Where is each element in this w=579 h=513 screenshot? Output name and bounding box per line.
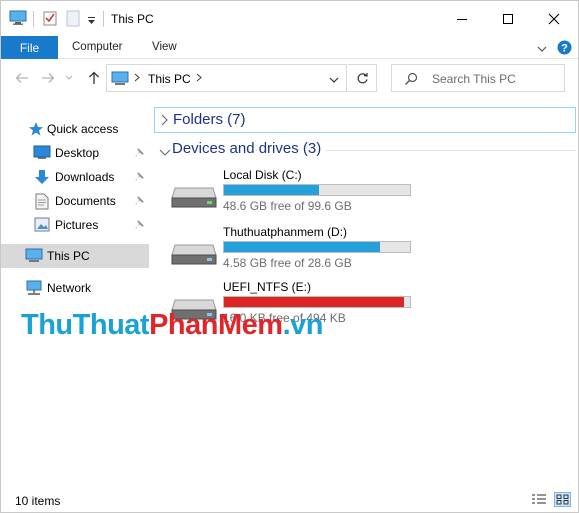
- refresh-button[interactable]: [348, 64, 377, 92]
- back-button[interactable]: [13, 69, 31, 87]
- up-arrow-icon: [89, 71, 99, 84]
- watermark-logo: ThuThuatPhanMem.vn: [21, 309, 323, 342]
- tab-computer[interactable]: Computer: [72, 41, 123, 53]
- star-icon: [28, 121, 44, 140]
- download-arrow-icon: [34, 169, 50, 189]
- sidebar-item-downloads[interactable]: Downloads: [1, 165, 149, 189]
- group-divider: [326, 150, 576, 151]
- sidebar-item-label: Pictures: [55, 218, 99, 232]
- chevron-down-icon: [65, 75, 73, 80]
- sidebar-item-quick-access[interactable]: Quick access: [1, 117, 149, 141]
- drive-free-space: 48.6 GB free of 99.6 GB: [223, 199, 352, 213]
- back-arrow-icon: [15, 73, 28, 83]
- sidebar-item-label: Desktop: [55, 146, 100, 160]
- window-title: This PC: [111, 12, 154, 26]
- sidebar-item-label: Documents: [55, 194, 116, 208]
- drive-usage-fill: [224, 297, 405, 307]
- desktop-icon: [33, 145, 51, 163]
- drive-name: UEFI_NTFS (E:): [223, 280, 312, 294]
- drive-usage-bar: [223, 184, 411, 196]
- pin-icon[interactable]: [134, 171, 145, 185]
- computer-icon[interactable]: [9, 10, 27, 29]
- large-icons-view-icon[interactable]: [554, 492, 571, 507]
- details-view-icon[interactable]: [531, 493, 547, 507]
- sidebar-item-label: Network: [47, 281, 92, 295]
- chevron-right-icon: [160, 114, 168, 129]
- title-separator: [103, 11, 104, 27]
- maximize-button[interactable]: [485, 1, 531, 36]
- minimize-button[interactable]: [439, 1, 485, 36]
- drive-name: Thuthuatphanmem (D:): [223, 225, 348, 239]
- maximize-icon: [503, 13, 513, 24]
- sidebar-item-desktop[interactable]: Desktop: [1, 141, 149, 165]
- hard-drive-icon: [171, 239, 217, 268]
- chevron-down-icon: [159, 146, 171, 160]
- drive-usage-bar: [223, 241, 411, 253]
- breadcrumb-chevron-icon[interactable]: [196, 73, 202, 85]
- watermark-part-1: ThuThuat: [21, 309, 150, 341]
- pin-icon[interactable]: [134, 195, 145, 209]
- expand-ribbon-chevron-icon[interactable]: [537, 42, 547, 56]
- search-placeholder: Search This PC: [432, 72, 516, 86]
- sidebar-item-pictures[interactable]: Pictures: [1, 213, 149, 237]
- breadcrumb-this-pc[interactable]: This PC: [148, 72, 191, 86]
- ribbon-tabs: File Computer View ?: [1, 36, 578, 59]
- computer-icon: [25, 248, 43, 266]
- drive-item[interactable]: Local Disk (C:) 48.6 GB free of 99.6 GB: [169, 168, 429, 220]
- forward-button[interactable]: [39, 69, 57, 87]
- group-title: Devices and drives (3): [172, 140, 322, 157]
- pictures-icon: [34, 217, 50, 235]
- search-icon: [404, 72, 418, 89]
- new-folder-icon[interactable]: [66, 10, 80, 30]
- sidebar-item-label: Downloads: [55, 170, 115, 184]
- sidebar-item-documents[interactable]: Documents: [1, 189, 149, 213]
- customize-qat-icon[interactable]: [87, 14, 96, 28]
- close-button[interactable]: [531, 1, 577, 36]
- svg-text:?: ?: [561, 43, 568, 55]
- address-bar[interactable]: This PC: [106, 64, 347, 92]
- computer-icon: [111, 71, 129, 89]
- navigation-pane: Quick access Desktop Downloads Documents…: [1, 101, 149, 486]
- tab-file[interactable]: File: [1, 36, 58, 59]
- drive-usage-bar: [223, 296, 411, 308]
- network-icon: [25, 280, 43, 299]
- content-pane: Folders (7) Devices and drives (3) Local…: [151, 101, 578, 486]
- drive-usage-fill: [224, 242, 381, 252]
- watermark-part-2: PhanMem: [149, 309, 283, 341]
- group-header-devices[interactable]: Devices and drives (3): [154, 137, 576, 163]
- watermark-part-3: .vn: [282, 309, 324, 341]
- group-header-folders[interactable]: Folders (7): [154, 107, 576, 133]
- breadcrumb-chevron-icon[interactable]: [134, 73, 140, 85]
- forward-arrow-icon: [42, 73, 55, 83]
- properties-check-icon[interactable]: [42, 10, 58, 29]
- refresh-icon: [357, 72, 368, 83]
- item-count: 10 items: [15, 494, 61, 508]
- minimize-icon: [457, 18, 467, 20]
- sidebar-item-label: Quick access: [47, 122, 119, 136]
- drive-item[interactable]: Thuthuatphanmem (D:) 4.58 GB free of 28.…: [169, 225, 429, 277]
- recent-locations-button[interactable]: [63, 69, 75, 87]
- status-bar: 10 items: [1, 488, 578, 512]
- drive-free-space: 4.58 GB free of 28.6 GB: [223, 256, 352, 270]
- address-history-chevron-icon[interactable]: [329, 73, 339, 87]
- drive-name: Local Disk (C:): [223, 168, 302, 182]
- sidebar-item-this-pc[interactable]: This PC: [1, 244, 149, 268]
- sidebar-item-label: This PC: [47, 249, 90, 263]
- sidebar-item-network[interactable]: Network: [1, 276, 149, 300]
- group-title: Folders (7): [173, 111, 246, 128]
- document-icon: [35, 193, 49, 213]
- up-button[interactable]: [85, 69, 103, 87]
- tab-view[interactable]: View: [152, 41, 177, 53]
- file-explorer-window: This PC File Computer View ? This PC Sea…: [0, 0, 579, 513]
- drive-usage-fill: [224, 185, 319, 195]
- pin-icon[interactable]: [134, 219, 145, 233]
- pin-icon[interactable]: [134, 147, 145, 161]
- help-icon[interactable]: ?: [557, 40, 572, 58]
- address-row: This PC Search This PC: [1, 59, 578, 99]
- title-bar: This PC: [1, 1, 578, 36]
- close-icon: [548, 13, 560, 24]
- search-input[interactable]: Search This PC: [391, 64, 565, 92]
- hard-drive-icon: [171, 182, 217, 211]
- qat-separator: [33, 11, 35, 30]
